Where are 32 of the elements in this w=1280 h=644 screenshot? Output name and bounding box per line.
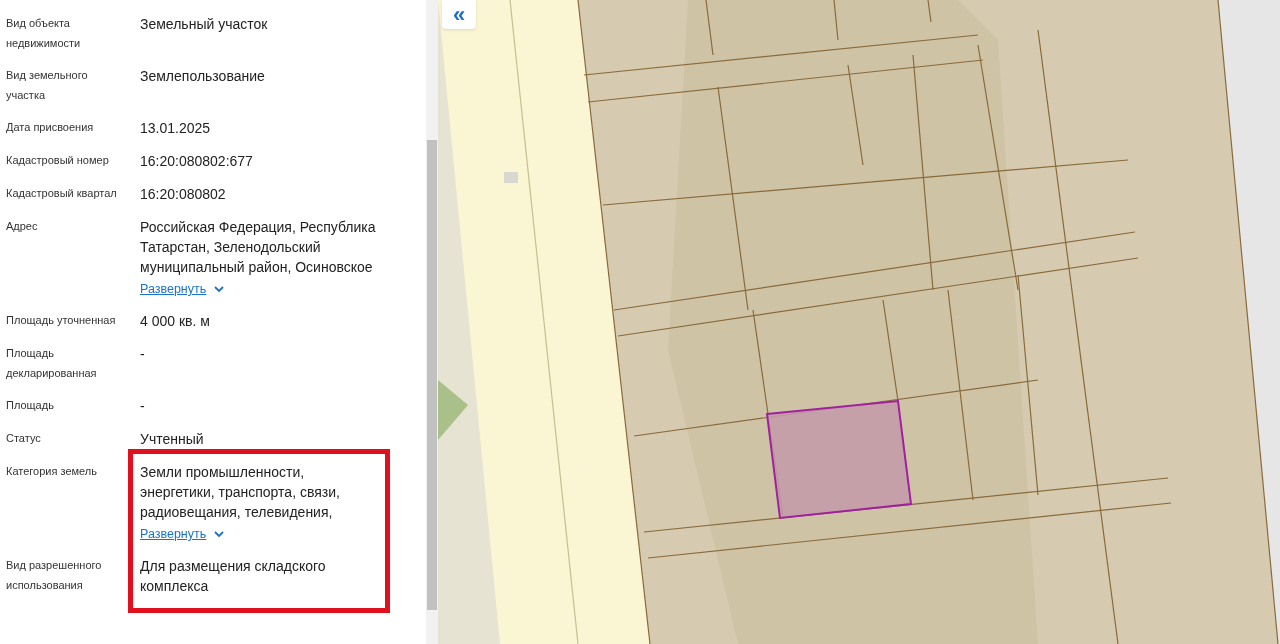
chevron-down-icon <box>214 285 225 293</box>
field-label: Площадь <box>5 398 55 413</box>
scrollbar[interactable] <box>426 0 438 644</box>
expand-link[interactable]: Развернуть <box>140 280 225 298</box>
field-value: 16:20:080802 <box>140 185 227 204</box>
field-label: Кадастровый номер <box>5 153 110 168</box>
field-value: Землепользование <box>140 67 266 86</box>
field-value: - <box>140 345 146 364</box>
field-label: Вид объекта недвижимости <box>5 16 82 51</box>
field-label: Категория земель <box>5 464 98 479</box>
expand-link[interactable]: Развернуть <box>140 525 225 543</box>
field-value: 16:20:080802:677 <box>140 152 254 171</box>
field-label: Дата присвоения <box>5 120 95 135</box>
building-marker <box>504 172 518 183</box>
field-value: Земельный участок <box>140 15 269 34</box>
field-value: - <box>140 397 146 416</box>
field-value: Для размещения складского комплекса <box>140 557 327 596</box>
field-label: Вид разрешенного использования <box>5 558 103 593</box>
field-label: Кадастровый квартал <box>5 186 118 201</box>
field-value: Земли промышленности, энергетики, транспорта, связи, радиовещания, телевидения, <box>140 463 341 522</box>
field-value: 13.01.2025 <box>140 119 212 138</box>
field-label: Адрес <box>5 219 39 234</box>
collapse-button[interactable]: « <box>442 0 476 29</box>
field-value: Российская Федерация, Республика Татарстан, Зеленодольский муниципальный район, Осиновское <box>140 218 376 277</box>
chevron-down-icon <box>214 530 225 538</box>
field-label: Статус <box>5 431 42 446</box>
field-label: Вид земельного участка <box>5 68 89 103</box>
field-value: Учтенный <box>140 430 205 449</box>
selected-plot[interactable] <box>765 399 913 520</box>
field-label: Площадь уточненная <box>5 313 117 328</box>
field-label: Площадь декларированная <box>5 346 98 381</box>
field-value: 4 000 кв. м <box>140 312 211 331</box>
